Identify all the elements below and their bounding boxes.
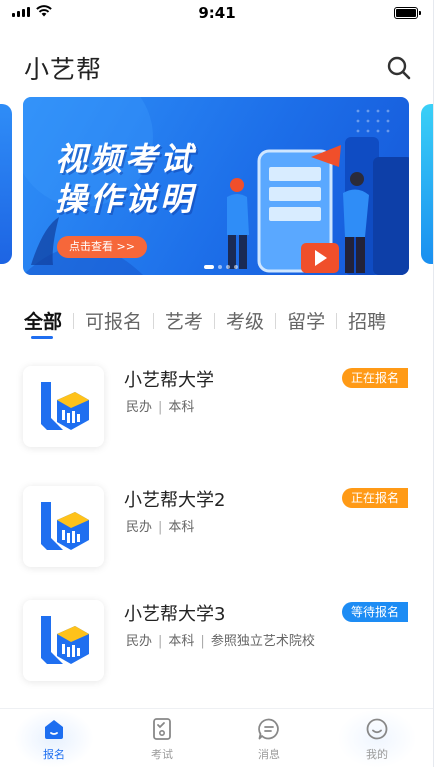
nav-label: 我的 <box>366 748 388 761</box>
page-title: 小艺帮 <box>24 55 103 84</box>
tag-divider: | <box>158 400 163 415</box>
school-tags: 民办 | 本科 <box>126 516 194 535</box>
tab-divider <box>73 313 75 329</box>
battery-icon <box>394 7 421 19</box>
nav-label: 报名 <box>43 748 65 761</box>
school-logo <box>23 366 104 447</box>
bottom-nav: 报名 考试 消息 我的 <box>0 708 433 767</box>
tag-divider: | <box>158 634 163 649</box>
tab-study-abroad[interactable]: 留学 <box>287 307 325 334</box>
status-badge: 正在报名 <box>341 488 408 508</box>
tab-divider <box>214 313 216 329</box>
banner-carousel[interactable]: 视频考试 操作说明 点击查看 >> <box>23 97 409 275</box>
list-item[interactable]: 小艺帮大学3 民办 | 本科 | 参照独立艺术院校 等待报名 <box>0 600 433 690</box>
tab-open-enrollment[interactable]: 可报名 <box>85 307 142 334</box>
list-item[interactable]: 小艺帮大学2 民办 | 本科 正在报名 <box>0 486 433 576</box>
nav-label: 考试 <box>151 748 173 761</box>
banner-title: 视频考试 操作说明 <box>55 139 195 219</box>
banner-next-peek[interactable] <box>421 104 433 264</box>
tab-divider <box>275 313 277 329</box>
school-name: 小艺帮大学3 <box>124 604 226 625</box>
xiaoyibang-logo-icon <box>41 382 89 430</box>
school-tag: 民办 <box>126 520 153 535</box>
school-tag: 参照独立艺术院校 <box>210 634 315 649</box>
school-tag: 本科 <box>168 400 195 415</box>
school-name: 小艺帮大学 <box>124 370 214 391</box>
app-screen: 9:41 小艺帮 视频考试 操作说明 点击查看 >> 全部 可报名 艺考 考级 … <box>0 0 434 767</box>
tab-grade-exam[interactable]: 考级 <box>226 307 264 334</box>
school-name: 小艺帮大学2 <box>124 490 226 511</box>
tab-recruitment[interactable]: 招聘 <box>348 307 386 334</box>
tag-divider: | <box>200 634 205 649</box>
message-icon <box>258 718 279 740</box>
exam-icon <box>153 718 171 740</box>
xiaoyibang-logo-icon <box>41 616 89 664</box>
banner-title-line1: 视频考试 <box>55 140 196 178</box>
nav-enroll[interactable]: 报名 <box>14 717 94 762</box>
carousel-indicator <box>204 265 238 269</box>
tag-divider: | <box>158 520 163 535</box>
nav-label: 消息 <box>258 748 280 761</box>
home-icon <box>45 720 63 739</box>
tab-all[interactable]: 全部 <box>24 307 62 334</box>
school-logo <box>23 600 104 681</box>
school-logo <box>23 486 104 567</box>
list-item[interactable]: 小艺帮大学 民办 | 本科 正在报名 <box>0 366 433 456</box>
nav-exam[interactable]: 考试 <box>122 717 202 762</box>
status-badge: 等待报名 <box>341 602 408 622</box>
banner-title-line2: 操作说明 <box>55 180 196 218</box>
category-tabs: 全部 可报名 艺考 考级 留学 招聘 <box>24 307 433 341</box>
search-icon <box>387 56 411 80</box>
status-bar: 9:41 <box>0 0 433 26</box>
school-tag: 民办 <box>126 634 153 649</box>
tab-divider <box>336 313 338 329</box>
xiaoyibang-logo-icon <box>41 502 89 550</box>
tab-divider <box>153 313 155 329</box>
nav-profile[interactable]: 我的 <box>337 717 417 762</box>
tab-art-exam[interactable]: 艺考 <box>165 307 203 334</box>
status-badge: 正在报名 <box>341 368 408 388</box>
status-time: 9:41 <box>198 4 236 22</box>
search-button[interactable] <box>385 54 413 82</box>
school-tags: 民办 | 本科 <box>126 396 194 415</box>
profile-icon <box>366 718 388 740</box>
school-tag: 本科 <box>168 634 195 649</box>
banner-prev-peek[interactable] <box>0 104 12 264</box>
school-tags: 民办 | 本科 | 参照独立艺术院校 <box>126 630 315 649</box>
active-tab-indicator <box>31 336 53 339</box>
school-tag: 本科 <box>168 520 195 535</box>
nav-messages[interactable]: 消息 <box>229 717 309 762</box>
banner-view-button[interactable]: 点击查看 >> <box>57 236 147 258</box>
school-tag: 民办 <box>126 400 153 415</box>
